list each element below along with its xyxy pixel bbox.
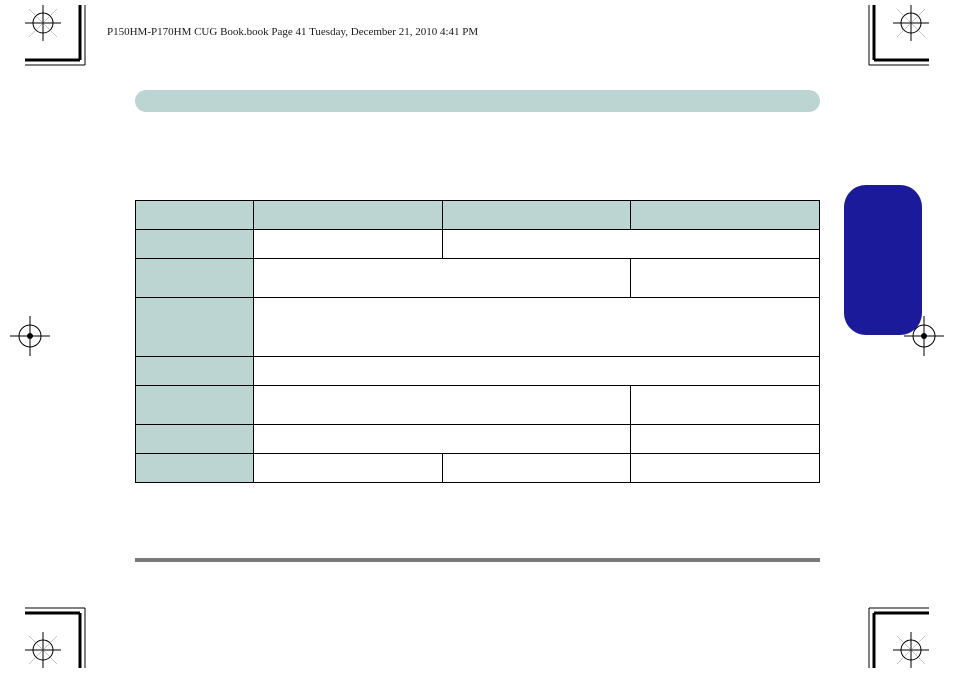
table-cell [442,201,631,230]
table-cell [631,425,820,454]
table-cell [136,298,254,357]
table-cell [254,230,443,259]
table-row [136,357,820,386]
page-header-meta: P150HM-P170HM CUG Book.book Page 41 Tues… [107,26,478,38]
table-cell [254,298,820,357]
table-row [136,454,820,483]
footer-divider [135,558,820,562]
crop-mark-bottom-left [25,588,105,668]
table-cell [631,259,820,298]
section-heading-bar [135,90,820,112]
table-row [136,259,820,298]
table-cell [631,386,820,425]
table-row [136,386,820,425]
table-cell [136,386,254,425]
table-cell [136,454,254,483]
table-cell [631,454,820,483]
table-cell [254,259,631,298]
table-cell [442,454,631,483]
table-cell [254,201,443,230]
registration-mark-left [10,316,50,356]
table-cell [254,386,631,425]
table-cell [136,230,254,259]
table-row [136,298,820,357]
crop-mark-top-right [849,5,929,85]
crop-mark-bottom-right [849,588,929,668]
crop-mark-top-left [25,5,105,85]
table-cell [254,425,631,454]
table-header-row [136,201,820,230]
table-row [136,230,820,259]
table-cell [136,201,254,230]
table-cell [136,357,254,386]
chapter-tab [844,185,922,335]
spec-table [135,200,820,483]
table-row [136,425,820,454]
table-cell [136,425,254,454]
table-cell [254,454,443,483]
table-cell [442,230,819,259]
table-cell [631,201,820,230]
table-cell [254,357,820,386]
table-cell [136,259,254,298]
